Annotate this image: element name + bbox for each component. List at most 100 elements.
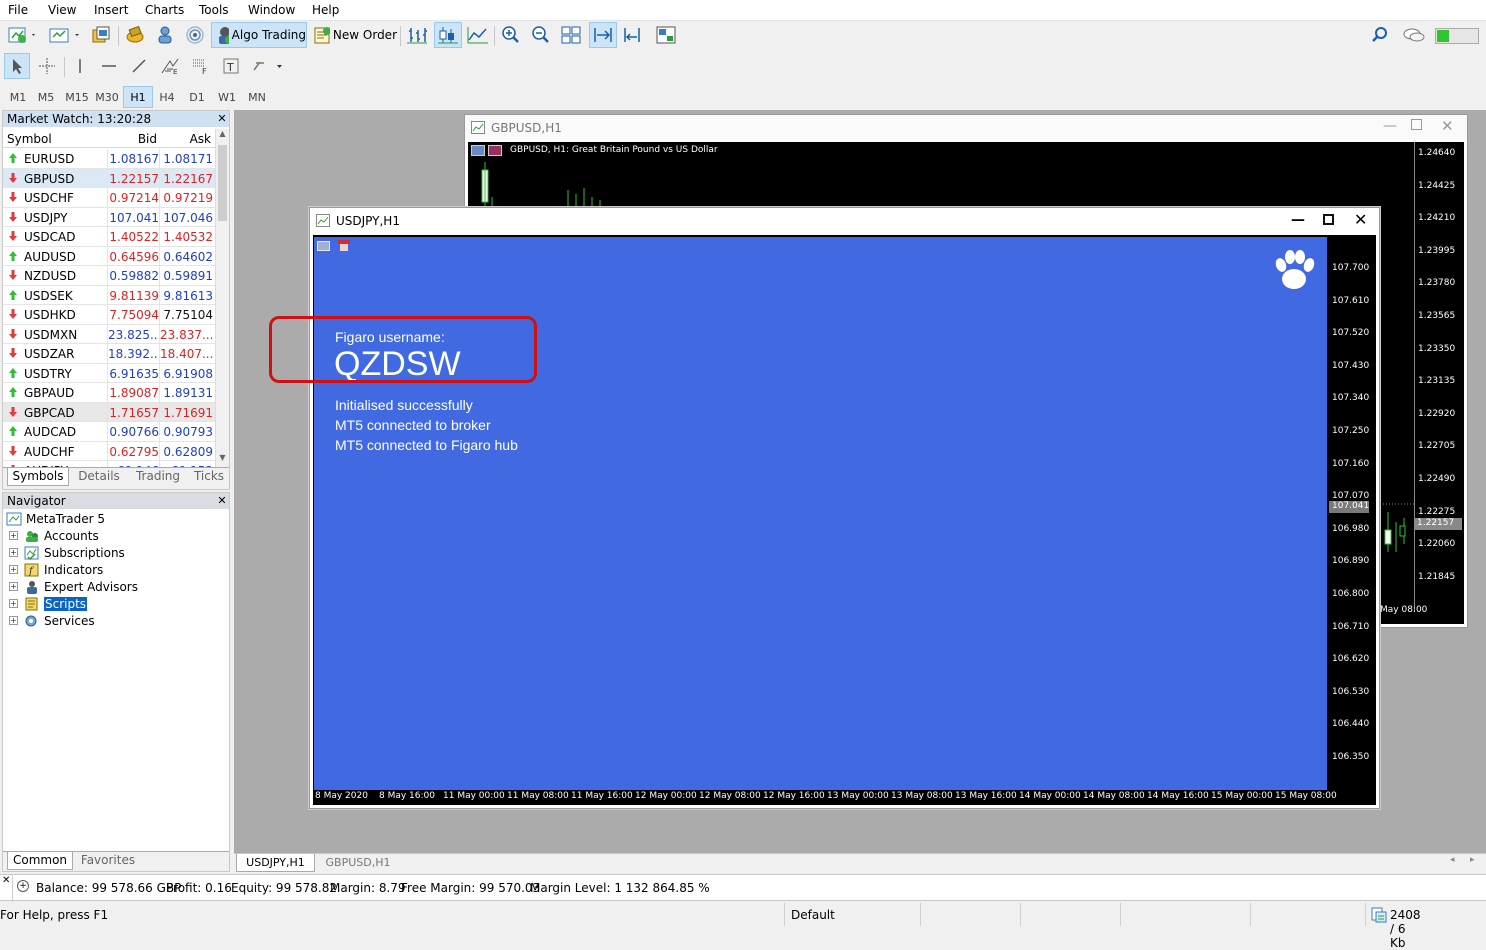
market-watch-row[interactable]: AUDCHF 0.62795 0.62809 [3, 441, 215, 461]
expand-icon[interactable]: + [9, 616, 18, 625]
tabs-scroll-left-icon[interactable]: ◂ [1450, 855, 1455, 865]
candlestick-chart-button[interactable] [434, 22, 462, 48]
menu-view[interactable]: View [48, 3, 76, 17]
new-chart-button[interactable] [4, 22, 40, 48]
timeframe-mn[interactable]: MN [242, 86, 272, 108]
zoom-out-button[interactable] [528, 22, 554, 48]
expand-icon[interactable]: + [9, 565, 18, 574]
expand-icon[interactable]: + [9, 582, 18, 591]
maximize-icon[interactable] [1323, 214, 1334, 225]
copy-chart-button[interactable] [88, 22, 114, 48]
column-ask[interactable]: Ask [159, 132, 211, 146]
tab-details[interactable]: Details [71, 468, 127, 486]
menu-window[interactable]: Window [248, 3, 295, 17]
line-chart-button[interactable] [465, 22, 491, 48]
market-watch-row[interactable]: NZDUSD 0.59882 0.59891 [3, 266, 215, 286]
chart-flag-icon[interactable] [338, 240, 350, 251]
market-watch-row[interactable]: GBPCAD 1.71657 1.71691 [3, 402, 215, 422]
market-watch-row[interactable]: AUDCAD 0.90766 0.90793 [3, 422, 215, 442]
timeframe-h1[interactable]: H1 [123, 86, 153, 108]
timeframe-m30[interactable]: M30 [92, 86, 122, 108]
horizontal-line-button[interactable] [96, 53, 122, 79]
usdjpy-chart-window[interactable]: USDJPY,H1 — ✕ Figaro username: QZDSW Ini… [309, 207, 1380, 809]
usdjpy-title-bar[interactable]: USDJPY,H1 — ✕ [310, 208, 1379, 234]
data-window-button[interactable] [122, 22, 148, 48]
tab-gbpusd[interactable]: GBPUSD,H1 [318, 854, 398, 872]
nav-item-scripts[interactable]: Scripts [24, 596, 88, 612]
expand-icon[interactable]: + [9, 548, 18, 557]
signals-button[interactable] [182, 22, 208, 48]
text-button[interactable]: T [218, 53, 244, 79]
gbpusd-title-bar[interactable]: GBPUSD,H1 — ✕ [465, 115, 1467, 141]
tab-favorites[interactable]: Favorites [75, 852, 141, 870]
templates-button[interactable] [652, 22, 680, 48]
navigator-button[interactable] [152, 22, 178, 48]
trend-line-button[interactable] [126, 53, 152, 79]
scroll-up-icon[interactable]: ▲ [216, 129, 229, 143]
nav-item-accounts[interactable]: Accounts [24, 528, 99, 544]
chat-button[interactable] [1400, 22, 1428, 48]
tab-ticks[interactable]: Ticks [189, 468, 229, 486]
market-watch-row[interactable]: GBPUSD 1.22157 1.22167 [3, 168, 215, 188]
bar-chart-button[interactable] [404, 22, 430, 48]
market-watch-row[interactable]: USDZAR 18.392... 18.407... [3, 344, 215, 364]
menu-tools[interactable]: Tools [199, 3, 229, 17]
zoom-in-button[interactable] [498, 22, 524, 48]
nav-root[interactable]: MetaTrader 5 [6, 511, 105, 527]
market-watch-row[interactable]: USDTRY 6.91635 6.91908 [3, 363, 215, 383]
nav-item-services[interactable]: Services [24, 613, 95, 629]
tab-symbols[interactable]: Symbols [7, 468, 69, 486]
expand-icon[interactable]: + [9, 599, 18, 608]
cursor-button[interactable] [4, 53, 30, 79]
market-watch-row[interactable]: USDCHF 0.97214 0.97219 [3, 188, 215, 208]
algo-trading-button[interactable]: Algo Trading [211, 22, 307, 48]
timeframe-d1[interactable]: D1 [182, 86, 212, 108]
timeframe-m1[interactable]: M1 [3, 86, 33, 108]
shapes-button[interactable] [248, 53, 288, 79]
market-watch-row[interactable]: AUDUSD 0.64596 0.64602 [3, 246, 215, 266]
profiles-button[interactable] [46, 22, 82, 48]
navigator-close-icon[interactable]: ✕ [216, 494, 228, 507]
tab-trading[interactable]: Trading [129, 468, 187, 486]
market-watch-row[interactable]: GBPAUD 1.89087 1.89131 [3, 383, 215, 403]
market-watch-row[interactable]: USDMXN 23.825... 23.837... [3, 324, 215, 344]
tab-usdjpy[interactable]: USDJPY,H1 [236, 854, 315, 872]
tabs-scroll-right-icon[interactable]: ▸ [1470, 855, 1475, 865]
nav-item-subscriptions[interactable]: Subscriptions [24, 545, 125, 561]
chart-shift-button[interactable] [620, 22, 646, 48]
grid-tools-button[interactable]: F [188, 53, 214, 79]
timeframe-m15[interactable]: M15 [62, 86, 92, 108]
market-watch-close-icon[interactable]: ✕ [216, 112, 228, 125]
maximize-icon[interactable] [1411, 119, 1422, 130]
toolbox-add-icon[interactable]: + [17, 880, 29, 892]
column-symbol[interactable]: Symbol [7, 132, 52, 146]
market-watch-row[interactable]: USDHKD 7.75094 7.75104 [3, 305, 215, 325]
close-icon[interactable]: ✕ [1441, 117, 1454, 135]
market-watch-row[interactable]: USDJPY 107.041 107.046 [3, 207, 215, 227]
menu-help[interactable]: Help [312, 3, 339, 17]
timeframe-h4[interactable]: H4 [152, 86, 182, 108]
column-bid[interactable]: Bid [107, 132, 157, 146]
minimize-icon[interactable]: — [1383, 118, 1397, 134]
nav-item-expert-advisors[interactable]: Expert Advisors [24, 579, 138, 595]
tile-windows-button[interactable] [558, 22, 584, 48]
scroll-down-icon[interactable]: ▼ [216, 453, 229, 467]
market-watch-row[interactable]: USDCAD 1.40522 1.40532 [3, 227, 215, 247]
menu-file[interactable]: File [8, 3, 28, 17]
timeframe-w1[interactable]: W1 [212, 86, 242, 108]
menu-charts[interactable]: Charts [145, 3, 184, 17]
expand-icon[interactable]: + [9, 531, 18, 540]
close-icon[interactable]: ✕ [1354, 210, 1367, 229]
new-order-button[interactable]: New Order [311, 22, 397, 48]
auto-scroll-button[interactable] [589, 22, 617, 48]
menu-insert[interactable]: Insert [94, 3, 128, 17]
timeframe-m5[interactable]: M5 [31, 86, 61, 108]
chart-list-icon[interactable] [317, 241, 330, 251]
minimize-icon[interactable]: — [1291, 212, 1305, 228]
nav-item-indicators[interactable]: f Indicators [24, 562, 103, 578]
market-watch-row[interactable]: EURUSD 1.08167 1.08171 [3, 149, 215, 169]
fibonacci-button[interactable]: E [156, 53, 184, 79]
market-watch-row[interactable]: USDSEK 9.81139 9.81613 [3, 285, 215, 305]
market-watch-scrollbar[interactable]: ▲ ▼ [215, 129, 229, 467]
tab-common[interactable]: Common [7, 852, 73, 870]
